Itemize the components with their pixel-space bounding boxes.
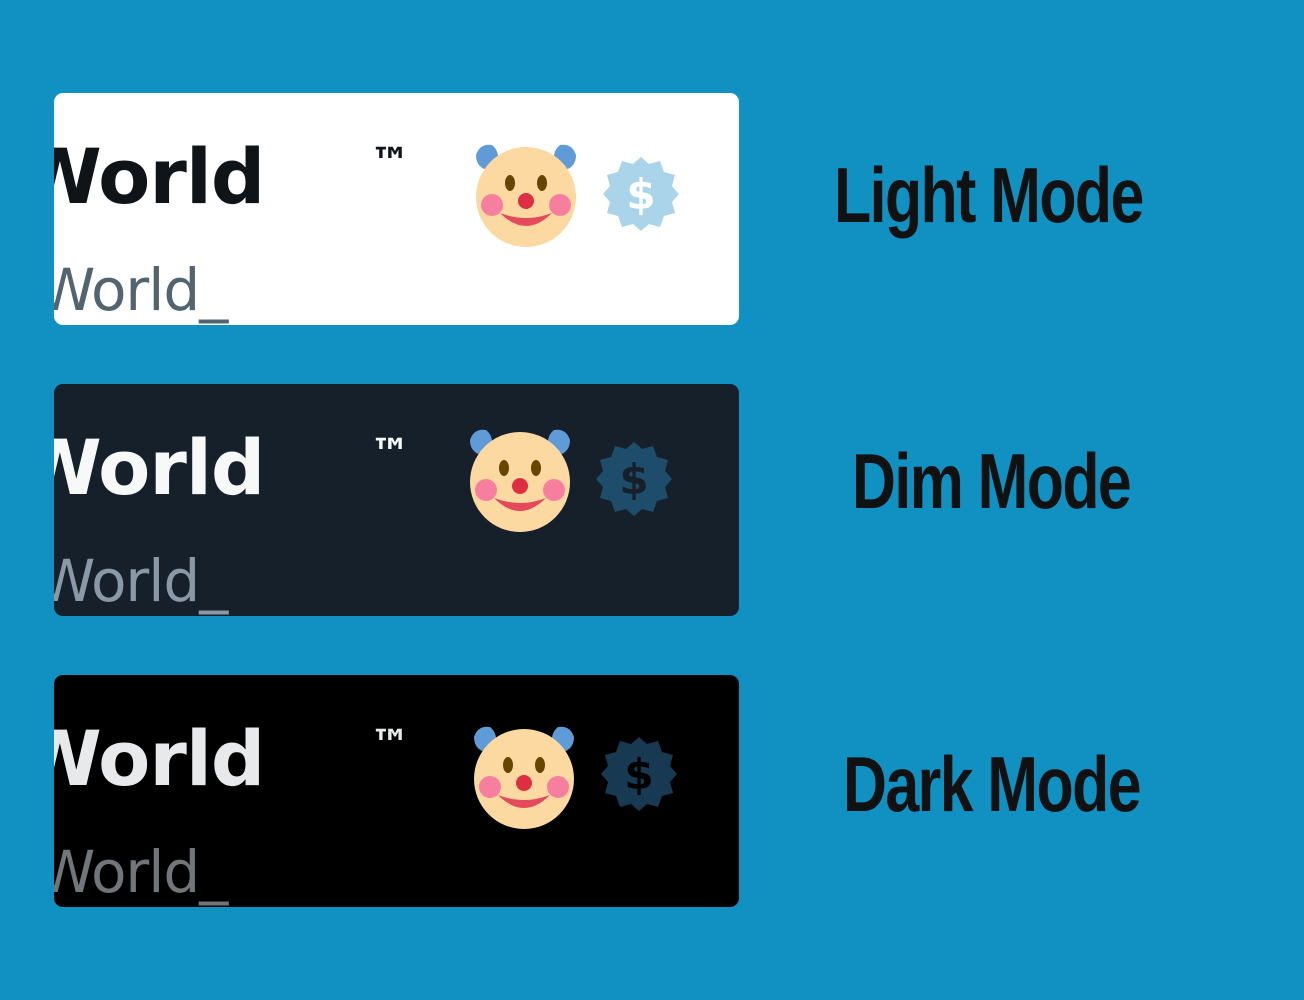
- trademark-symbol: ™: [370, 140, 410, 186]
- svg-text:$: $: [624, 750, 653, 799]
- verified-dollar-badge-icon: $: [596, 442, 672, 516]
- verified-dollar-badge-icon: $: [601, 737, 677, 811]
- display-name: World: [54, 423, 265, 512]
- dim-mode-label: Dim Mode: [852, 437, 1132, 525]
- verified-dollar-badge-icon: $: [603, 157, 679, 231]
- light-mode-label: Light Mode: [834, 151, 1144, 239]
- light-mode-profile-card: World ™ $ World_: [54, 93, 739, 325]
- trademark-symbol: ™: [370, 722, 410, 768]
- clown-face-icon: [474, 726, 574, 829]
- handle: World_: [54, 256, 228, 324]
- trademark-symbol: ™: [370, 431, 410, 477]
- clown-face-icon: [470, 429, 570, 532]
- dark-mode-profile-card: World ™ $ World_: [54, 675, 739, 907]
- dark-mode-label: Dark Mode: [843, 740, 1142, 828]
- svg-text:$: $: [626, 170, 655, 219]
- display-name: World: [54, 132, 265, 221]
- svg-text:$: $: [619, 455, 648, 504]
- display-name: World: [54, 714, 265, 803]
- handle: World_: [54, 838, 228, 906]
- clown-face-icon: [476, 144, 576, 247]
- dim-mode-profile-card: World ™ $ World_: [54, 384, 739, 616]
- handle: World_: [54, 547, 228, 615]
